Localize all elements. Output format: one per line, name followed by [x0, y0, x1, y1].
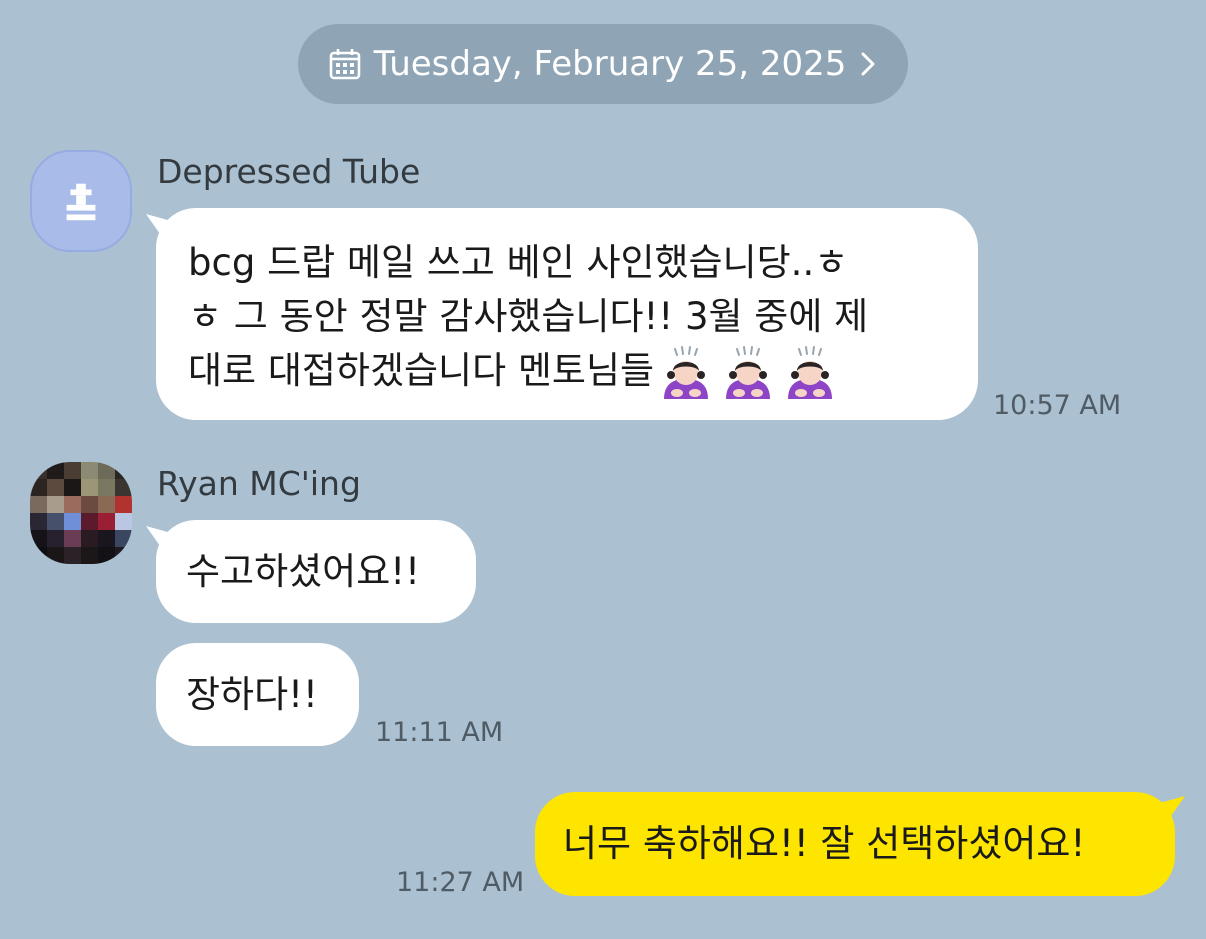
- date-label: Tuesday, February 25, 2025: [373, 44, 847, 84]
- message-line: 대로 대접하겠습니다 멘토님들: [188, 349, 655, 392]
- message-text: 수고하셨어요!!: [186, 549, 420, 593]
- message-time: 11:11 AM: [375, 717, 504, 748]
- message-time: 11:27 AM: [396, 867, 525, 898]
- message-bubble[interactable]: 수고하셨어요!!: [156, 520, 476, 623]
- calendar-icon: [329, 49, 360, 80]
- message-bubble[interactable]: bcg 드랍 메일 쓰고 베인 사인했습니당..ㅎ ㅎ 그 동안 정말 감사했습…: [156, 208, 978, 420]
- sender-name: Depressed Tube: [157, 152, 421, 191]
- my-message-bubble[interactable]: 너무 축하해요!! 잘 선택하셨어요!: [535, 792, 1175, 896]
- message-time: 10:57 AM: [993, 390, 1122, 421]
- message-text: 너무 축하해요!! 잘 선택하셨어요!: [563, 822, 1086, 865]
- pixelated-photo-avatar[interactable]: [30, 462, 132, 564]
- message-bubble[interactable]: 장하다!!: [156, 643, 359, 746]
- message-line: ㅎ 그 동안 정말 감사했습니다!! 3월 중에 제: [188, 295, 869, 338]
- default-profile-icon[interactable]: [30, 150, 132, 252]
- sender-name: Ryan MC'ing: [157, 464, 361, 503]
- message-line: bcg 드랍 메일 쓰고 베인 사인했습니당..ㅎ: [188, 241, 849, 284]
- date-divider[interactable]: Tuesday, February 25, 2025: [298, 24, 908, 104]
- chevron-right-icon: [861, 52, 875, 76]
- person-bowing-emoji: [726, 345, 771, 399]
- person-bowing-emoji: [788, 345, 833, 399]
- message-text: 장하다!!: [186, 672, 318, 716]
- person-bowing-emoji: [664, 345, 709, 399]
